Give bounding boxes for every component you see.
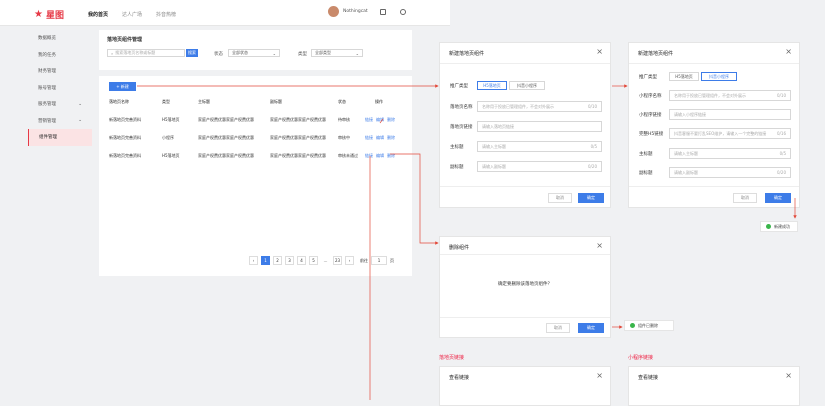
flow-arrows — [137, 84, 797, 400]
arrow-to-delete-modal — [390, 153, 439, 245]
arrow-tick — [379, 118, 384, 124]
